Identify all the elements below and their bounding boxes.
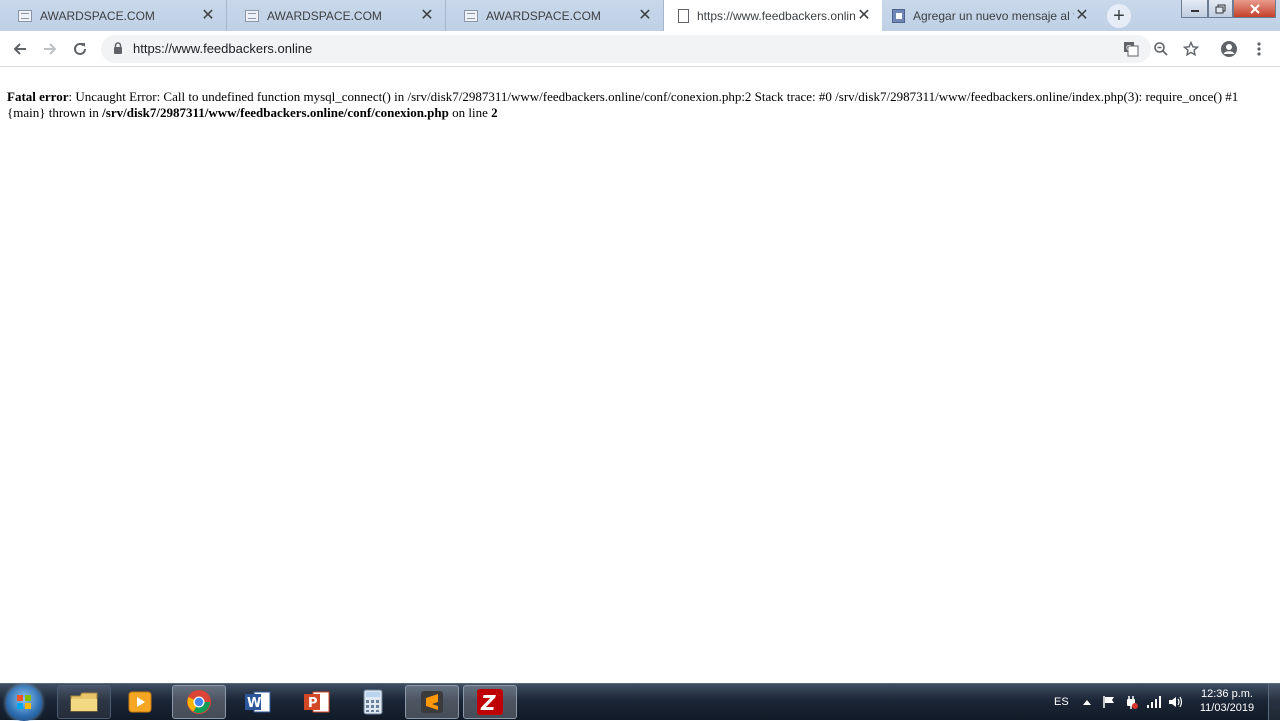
lock-icon[interactable] bbox=[113, 42, 123, 55]
reload-button[interactable] bbox=[68, 37, 92, 61]
volume-icon[interactable] bbox=[1168, 684, 1184, 720]
taskbar: W P Z ES 12:36 p.m. 11/03/2019 bbox=[0, 683, 1280, 721]
form-favicon-icon bbox=[892, 8, 905, 23]
error-label: Fatal error bbox=[7, 89, 69, 104]
error-line-number: 2 bbox=[491, 105, 498, 120]
network-icon[interactable] bbox=[1146, 684, 1162, 720]
signal-bars-icon bbox=[1147, 696, 1161, 708]
svg-text:W: W bbox=[247, 696, 261, 711]
reload-icon bbox=[74, 42, 86, 55]
clock-time: 12:36 p.m. bbox=[1201, 688, 1253, 700]
tab-awardspace-1[interactable]: AWARDSPACE.COM ✕ bbox=[0, 0, 227, 31]
taskbar-sublime-text[interactable] bbox=[405, 685, 459, 719]
sublime-text-icon bbox=[421, 691, 443, 713]
taskbar-media-player[interactable] bbox=[113, 685, 167, 719]
tab-close-icon[interactable]: ✕ bbox=[637, 7, 653, 24]
minimize-icon bbox=[1190, 9, 1199, 12]
arrow-left-icon bbox=[13, 43, 26, 55]
tab-title: AWARDSPACE.COM bbox=[486, 8, 601, 23]
account-icon bbox=[1221, 41, 1237, 57]
url-text[interactable]: https://www.feedbackers.online bbox=[133, 35, 312, 63]
maximize-button[interactable] bbox=[1208, 0, 1233, 18]
flag-icon bbox=[1103, 696, 1114, 708]
show-desktop-button[interactable] bbox=[1268, 684, 1280, 720]
system-clock[interactable]: 12:36 p.m. 11/03/2019 bbox=[1192, 687, 1262, 715]
taskbar-word[interactable]: W bbox=[231, 685, 285, 719]
tab-awardspace-3[interactable]: AWARDSPACE.COM ✕ bbox=[446, 0, 664, 31]
error-file: /srv/disk7/2987311/www/feedbackers.onlin… bbox=[102, 105, 449, 120]
zoom-button[interactable] bbox=[1149, 37, 1173, 61]
browser-toolbar: https://www.feedbackers.online G bbox=[0, 31, 1280, 67]
forward-button[interactable] bbox=[38, 37, 62, 61]
tab-close-icon[interactable]: ✕ bbox=[419, 7, 435, 24]
document-icon bbox=[678, 8, 689, 23]
action-center-icon[interactable] bbox=[1102, 684, 1116, 720]
tab-strip: AWARDSPACE.COM ✕ AWARDSPACE.COM ✕ AWARDS… bbox=[0, 0, 1280, 31]
page-content: Fatal error: Uncaught Error: Call to und… bbox=[7, 89, 1273, 121]
site-favicon-icon bbox=[464, 9, 478, 22]
folder-icon bbox=[70, 692, 98, 712]
translate-icon: G bbox=[1124, 42, 1139, 57]
power-plug-icon bbox=[1127, 696, 1138, 709]
error-line-text: on line bbox=[448, 105, 492, 120]
address-bar[interactable]: https://www.feedbackers.online G bbox=[101, 35, 1151, 63]
site-favicon-icon bbox=[245, 9, 259, 22]
calculator-icon bbox=[363, 689, 383, 715]
profile-button[interactable] bbox=[1217, 37, 1241, 61]
tab-close-icon[interactable]: ✕ bbox=[856, 7, 872, 24]
chevron-up-icon bbox=[1083, 700, 1091, 705]
taskbar-file-explorer[interactable] bbox=[57, 685, 111, 719]
minimize-button[interactable] bbox=[1181, 0, 1208, 18]
more-vertical-icon bbox=[1257, 42, 1261, 56]
back-button[interactable] bbox=[8, 37, 32, 61]
tab-close-icon[interactable]: ✕ bbox=[200, 7, 216, 24]
language-indicator[interactable]: ES bbox=[1054, 684, 1069, 720]
taskbar-chrome[interactable] bbox=[172, 685, 226, 719]
clock-date: 11/03/2019 bbox=[1199, 702, 1255, 714]
speaker-icon bbox=[1169, 696, 1183, 708]
translate-button[interactable]: G bbox=[1119, 37, 1143, 61]
tab-close-icon[interactable]: ✕ bbox=[1074, 7, 1090, 24]
word-icon: W bbox=[245, 691, 271, 713]
star-icon bbox=[1183, 41, 1199, 57]
svg-text:P: P bbox=[308, 696, 318, 711]
tab-title: https://www.feedbackers.online bbox=[697, 8, 856, 23]
taskbar-filezilla[interactable]: Z bbox=[463, 685, 517, 719]
arrow-right-icon bbox=[44, 43, 57, 55]
powerpoint-icon: P bbox=[304, 691, 330, 713]
new-tab-button[interactable]: + bbox=[1107, 4, 1131, 28]
tab-agregar-mensaje[interactable]: Agregar un nuevo mensaje al fo ✕ bbox=[882, 0, 1100, 31]
restore-icon bbox=[1215, 4, 1225, 13]
bookmark-button[interactable] bbox=[1179, 37, 1203, 61]
tab-title: AWARDSPACE.COM bbox=[40, 8, 155, 23]
tab-title: Agregar un nuevo mensaje al fo bbox=[913, 8, 1074, 23]
tab-feedbackers-active[interactable]: https://www.feedbackers.online ✕ bbox=[664, 0, 882, 31]
menu-button[interactable] bbox=[1247, 37, 1271, 61]
tab-title: AWARDSPACE.COM bbox=[267, 8, 382, 23]
power-icon[interactable] bbox=[1124, 684, 1138, 720]
svg-text:G: G bbox=[1126, 44, 1131, 52]
taskbar-powerpoint[interactable]: P bbox=[290, 685, 344, 719]
start-button[interactable] bbox=[6, 685, 42, 721]
tab-awardspace-2[interactable]: AWARDSPACE.COM ✕ bbox=[227, 0, 446, 31]
window-close-button[interactable] bbox=[1233, 0, 1276, 18]
svg-text:Z: Z bbox=[480, 691, 496, 715]
close-icon bbox=[1249, 3, 1260, 14]
taskbar-calculator[interactable] bbox=[346, 685, 400, 719]
zoom-out-icon bbox=[1154, 42, 1168, 56]
media-player-icon bbox=[128, 691, 152, 713]
filezilla-icon: Z bbox=[477, 689, 503, 715]
chrome-icon bbox=[187, 690, 211, 714]
show-hidden-icons-button[interactable] bbox=[1082, 684, 1092, 720]
site-favicon-icon bbox=[18, 9, 32, 22]
